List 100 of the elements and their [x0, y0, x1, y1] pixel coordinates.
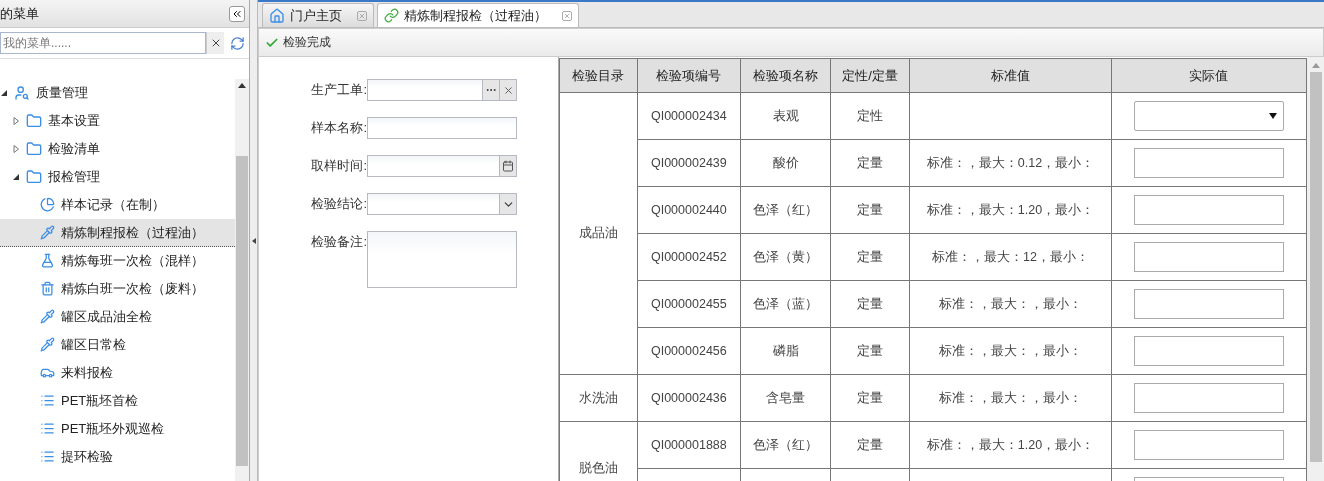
table-cell: QI000002455 — [637, 280, 741, 328]
list-icon — [40, 421, 55, 436]
tree-item[interactable]: 精炼每班一次检（混样） — [0, 247, 235, 275]
input-field[interactable] — [367, 79, 517, 101]
textarea-field[interactable] — [367, 231, 517, 288]
table-cell: QI000002456 — [637, 327, 741, 375]
table-cell: 色泽（红） — [740, 421, 831, 469]
tree-item[interactable]: 报检管理 — [0, 163, 235, 191]
tree-item[interactable]: 精炼制程报检（过程油） — [0, 219, 235, 247]
field-label: 样本名称: — [310, 119, 367, 137]
folder-icon — [26, 168, 42, 185]
close-icon — [357, 10, 367, 21]
table-cell: 色泽（红） — [740, 186, 831, 234]
close-icon — [562, 10, 572, 21]
date-field[interactable] — [367, 155, 517, 177]
expanded-caret-icon[interactable] — [12, 172, 20, 181]
input-field[interactable] — [367, 117, 517, 139]
table-cell: 表观 — [740, 92, 831, 140]
column-header: 定性/定量 — [830, 58, 910, 93]
table-cell: 色泽（蓝） — [740, 280, 831, 328]
select-field[interactable] — [367, 193, 517, 215]
flask-icon — [40, 253, 55, 268]
column-header: 实际值 — [1111, 58, 1307, 93]
table-cell: 标准：，最大：，最小： — [909, 374, 1112, 422]
collapsed-caret-icon[interactable] — [12, 144, 20, 153]
table-cell: 标准：，最大：1.20，最小： — [909, 421, 1112, 469]
table-cell: 水洗油 — [559, 374, 637, 422]
input-field[interactable] — [1133, 336, 1284, 366]
column-header: 标准值 — [909, 58, 1112, 93]
table-cell: 定量 — [830, 186, 910, 234]
expanded-caret-icon[interactable] — [0, 88, 8, 97]
pie-chart-icon — [40, 197, 55, 212]
collapse-arrow-icon — [251, 237, 256, 244]
table-cell: 定量 — [830, 233, 910, 281]
dropper-icon — [40, 337, 55, 352]
search-field[interactable]: 我的菜单...... — [0, 32, 206, 54]
table-cell: 酸价 — [740, 139, 831, 187]
table-cell: QI000002440 — [637, 186, 741, 234]
input-field[interactable] — [1133, 430, 1284, 460]
field-label: 检验备注: — [310, 233, 367, 251]
input-field[interactable] — [1133, 289, 1284, 319]
table-cell: 含皂量 — [740, 374, 831, 422]
table-cell: 色泽（黄） — [740, 233, 831, 281]
tree-item[interactable]: 质量管理 — [0, 79, 235, 107]
list-icon — [40, 449, 55, 464]
table-cell: 标准：，最大：0.12，最小： — [909, 139, 1112, 187]
field-label: 生产工单: — [310, 81, 367, 99]
tree-item[interactable]: 罐区日常检 — [0, 331, 235, 359]
input-field[interactable] — [1133, 242, 1284, 272]
sidebar-title: 的菜单 — [0, 4, 39, 23]
home-icon — [269, 7, 285, 24]
table-cell: 标准：，最大：，最小： — [909, 327, 1112, 375]
field-label: 取样时间: — [310, 157, 367, 175]
tree-item[interactable]: PET瓶坯外观巡检 — [0, 415, 235, 443]
complete-button[interactable]: 检验完成 — [263, 32, 333, 53]
table-cell: QI000002452 — [637, 233, 741, 281]
table-cell: QI000002436 — [637, 374, 741, 422]
table-cell: 定量 — [830, 327, 910, 375]
link-icon — [384, 8, 399, 23]
tree-item[interactable]: 精炼白班一次检（废料） — [0, 275, 235, 303]
tree-item[interactable]: 来料报检 — [0, 359, 235, 387]
input-field[interactable] — [1133, 148, 1284, 178]
tab[interactable]: 门户主页 — [262, 3, 374, 27]
table-cell: 磷脂 — [740, 327, 831, 375]
tree-item[interactable]: PET瓶坯首检 — [0, 387, 235, 415]
table-cell: 定量 — [830, 139, 910, 187]
table-cell: 标准：，最大：1.20，最小： — [909, 186, 1112, 234]
scrollbar[interactable] — [235, 79, 249, 481]
table-cell: 定量 — [830, 374, 910, 422]
more-icon — [482, 80, 499, 100]
dropper-icon — [40, 309, 55, 324]
tree-item[interactable]: 基本设置 — [0, 107, 235, 135]
table-cell: 定量 — [830, 421, 910, 469]
select-field[interactable] — [1133, 101, 1284, 131]
folder-icon — [26, 112, 42, 129]
refresh-button[interactable] — [230, 35, 245, 51]
person-search-icon — [14, 84, 30, 101]
scrollbar[interactable] — [1307, 57, 1324, 481]
tree-item[interactable]: 提环检验 — [0, 443, 235, 471]
table-cell: QI000002439 — [637, 139, 741, 187]
tree-item[interactable]: 检验清单 — [0, 135, 235, 163]
table-cell: 定性 — [830, 92, 910, 140]
collapsed-caret-icon[interactable] — [12, 116, 20, 125]
table-cell: QI000001888 — [637, 421, 741, 469]
chevron-down-icon — [499, 194, 516, 214]
up-arrow-icon[interactable] — [238, 83, 246, 88]
table-cell: 脱色油 — [559, 421, 637, 481]
bin-icon — [40, 281, 55, 296]
calendar-icon — [499, 156, 516, 176]
table-cell: 标准：，最大：12，最小： — [909, 233, 1112, 281]
collapse-button[interactable] — [229, 5, 245, 22]
input-field[interactable] — [1133, 383, 1284, 413]
folder-icon — [26, 140, 42, 157]
clear-button[interactable] — [206, 32, 224, 54]
input-field[interactable] — [1133, 195, 1284, 225]
tree-item[interactable]: 罐区成品油全检 — [0, 303, 235, 331]
field-label: 检验结论: — [310, 195, 367, 213]
column-header: 检验目录 — [559, 58, 637, 93]
tree-item[interactable]: 样本记录（在制） — [0, 191, 235, 219]
tab[interactable]: 精炼制程报检（过程油） — [377, 3, 579, 27]
